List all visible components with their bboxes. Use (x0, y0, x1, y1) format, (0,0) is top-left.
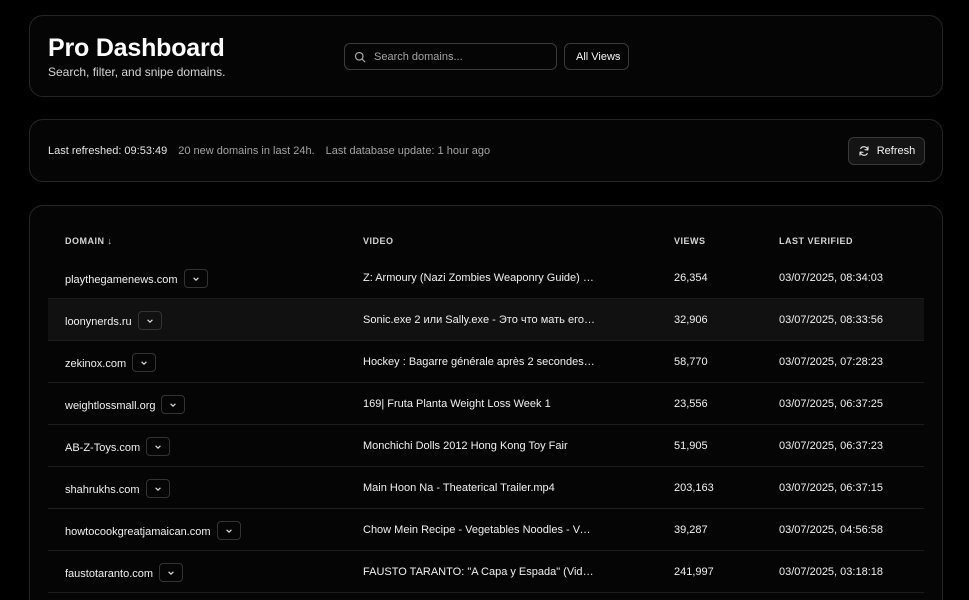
video-cell: FAUSTO TARANTO: "A Capa y Espada" (Video… (363, 566, 595, 578)
video-cell: Z: Armoury (Nazi Zombies Weaponry Guide)… (363, 272, 595, 284)
search-icon (354, 51, 366, 62)
table-row[interactable]: howtocookgreatjamaican.com Chow Mein Rec… (48, 509, 924, 551)
row-actions-dropdown[interactable] (137, 311, 162, 330)
row-actions-dropdown[interactable] (145, 479, 170, 498)
video-cell: Chow Mein Recipe - Vegetables Noodles - … (363, 524, 595, 536)
table-row[interactable]: zekinox.com Hockey : Bagarre générale ap… (48, 341, 924, 383)
column-header-video[interactable]: VIDEO (363, 236, 394, 246)
row-actions-dropdown[interactable] (159, 563, 184, 582)
domain-cell: AB-Z-Toys.com (65, 442, 141, 454)
table-row[interactable]: AB-Z-Toys.com Monchichi Dolls 2012 Hong … (48, 425, 924, 467)
table-body: playthegamenews.com Z: Armoury (Nazi Zom… (48, 257, 924, 593)
status-line: Last refreshed: 09:53:49 20 new domains … (48, 145, 501, 157)
verified-cell: 03/07/2025, 06:37:23 (779, 440, 883, 452)
chevron-down-icon (615, 55, 620, 59)
search-input[interactable] (374, 50, 544, 63)
row-actions-dropdown[interactable] (216, 521, 241, 540)
verified-cell: 03/07/2025, 08:34:03 (779, 272, 883, 284)
verified-cell: 03/07/2025, 06:37:25 (779, 398, 883, 410)
chevron-down-icon (141, 360, 147, 365)
video-cell: 169| Fruta Planta Weight Loss Week 1 (363, 398, 551, 410)
db-update-time: Last database update: 1 hour ago (325, 145, 491, 157)
chevron-down-icon (154, 486, 161, 491)
views-cell: 32,906 (674, 314, 708, 326)
refresh-button[interactable]: Refresh (848, 137, 925, 165)
domains-table-card: DOMAIN ↓ VIDEO VIEWS LAST VERIFIED playt… (29, 205, 943, 600)
views-cell: 26,354 (674, 272, 708, 284)
video-cell: Sonic.exe 2 или Sally.exe - Это что мать… (363, 314, 595, 326)
page-subtitle: Search, filter, and snipe domains. (48, 65, 226, 79)
table-row[interactable]: faustotaranto.com FAUSTO TARANTO: "A Cap… (48, 551, 924, 593)
domain-cell: loonynerds.ru (65, 316, 132, 328)
header-card: Pro Dashboard Search, filter, and snipe … (29, 15, 943, 97)
chevron-down-icon (155, 444, 162, 449)
domain-cell: zekinox.com (65, 358, 127, 370)
refresh-icon (859, 146, 869, 156)
last-refreshed: Last refreshed: 09:53:49 (48, 145, 168, 157)
chevron-down-icon (225, 528, 232, 533)
column-header-last-verified[interactable]: LAST VERIFIED (779, 236, 853, 246)
chevron-down-icon (146, 318, 153, 323)
views-cell: 203,163 (674, 482, 714, 494)
status-card: Last refreshed: 09:53:49 20 new domains … (29, 119, 943, 182)
verified-cell: 03/07/2025, 04:56:58 (779, 524, 883, 536)
verified-cell: 03/07/2025, 07:28:23 (779, 356, 883, 368)
views-cell: 58,770 (674, 356, 708, 368)
row-actions-dropdown[interactable] (132, 353, 157, 372)
row-actions-dropdown[interactable] (161, 395, 186, 414)
chevron-down-icon (170, 402, 177, 407)
new-domains-count: 20 new domains in last 24h. (178, 145, 315, 157)
page-title: Pro Dashboard (48, 34, 225, 62)
domain-cell: weightlossmall.org (65, 400, 156, 412)
views-cell: 51,905 (674, 440, 708, 452)
table-row[interactable]: weightlossmall.org 169| Fruta Planta Wei… (48, 383, 924, 425)
verified-cell: 03/07/2025, 06:37:15 (779, 482, 883, 494)
row-actions-dropdown[interactable] (146, 437, 171, 456)
views-cell: 241,997 (674, 566, 714, 578)
chevron-down-icon (168, 570, 174, 575)
video-cell: Monchichi Dolls 2012 Hong Kong Toy Fair (363, 440, 568, 452)
views-filter-select[interactable]: All Views (564, 43, 629, 70)
table-row[interactable]: shahrukhs.com Main Hoon Na - Theaterical… (48, 467, 924, 509)
chevron-down-icon (192, 276, 199, 281)
table-header: DOMAIN ↓ VIDEO VIEWS LAST VERIFIED (48, 230, 924, 254)
views-cell: 23,556 (674, 398, 708, 410)
table-row[interactable]: loonynerds.ru Sonic.exe 2 или Sally.exe … (48, 299, 924, 341)
views-cell: 39,287 (674, 524, 708, 536)
domain-cell: howtocookgreatjamaican.com (65, 526, 211, 538)
search-box[interactable] (344, 43, 557, 70)
column-header-views[interactable]: VIEWS (674, 236, 706, 246)
domain-cell: shahrukhs.com (65, 484, 140, 496)
table-row[interactable]: playthegamenews.com Z: Armoury (Nazi Zom… (48, 257, 924, 299)
refresh-label: Refresh (876, 145, 916, 157)
verified-cell: 03/07/2025, 03:18:18 (779, 566, 883, 578)
domain-cell: playthegamenews.com (65, 274, 178, 286)
column-header-domain[interactable]: DOMAIN ↓ (65, 236, 113, 246)
row-actions-dropdown[interactable] (183, 269, 208, 288)
verified-cell: 03/07/2025, 08:33:56 (779, 314, 883, 326)
video-cell: Main Hoon Na - Theaterical Trailer.mp4 (363, 482, 555, 494)
domain-cell: faustotaranto.com (65, 568, 154, 580)
video-cell: Hockey : Bagarre générale après 2 second… (363, 356, 595, 368)
